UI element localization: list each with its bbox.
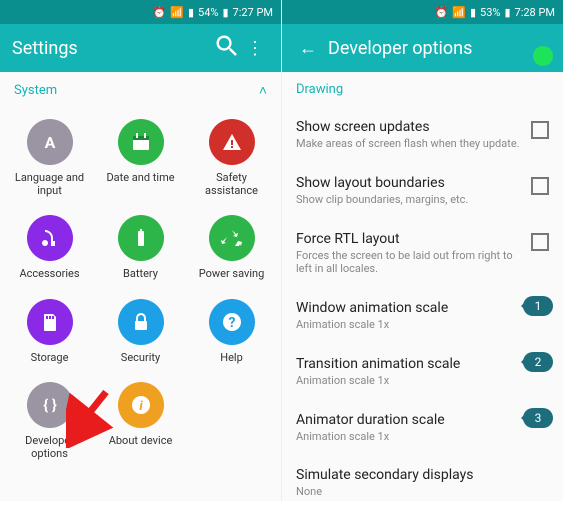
tile-help[interactable]: ? Help [186, 295, 277, 368]
tile-label: Power saving [199, 267, 265, 280]
option-force-rtl-layout[interactable]: Force RTL layout Forces the screen to be … [282, 219, 563, 289]
tile-security[interactable]: Security [95, 295, 186, 368]
settings-grid: A Language and input Date and time Safety a… [0, 109, 281, 470]
tile-date-and-time[interactable]: Date and time [95, 115, 186, 201]
option-subtitle: Animation scale 1x [296, 318, 549, 332]
lock-icon [118, 299, 164, 345]
wifi-icon: 📶 [170, 6, 184, 19]
info-icon: i [118, 382, 164, 428]
option-transition-animation-scale[interactable]: Transition animation scale Animation scal… [282, 344, 563, 400]
battery-icon: ▮ [504, 6, 510, 19]
batt-icon [118, 215, 164, 261]
tile-label: Storage [31, 351, 69, 364]
option-title: Simulate secondary displays [296, 467, 549, 483]
checkbox[interactable] [531, 177, 549, 195]
tile-safety-assistance[interactable]: Safety assistance [186, 115, 277, 201]
tile-language-and-input[interactable]: A Language and input [4, 115, 95, 201]
option-subtitle: Show clip boundaries, margins, etc. [296, 193, 523, 207]
overflow-icon[interactable]: ⋮ [241, 38, 269, 59]
annotation-badge: 1 [523, 296, 553, 316]
warn-icon [209, 119, 255, 165]
option-title: Show screen updates [296, 119, 523, 135]
option-subtitle: Forces the screen to be laid out from ri… [296, 249, 523, 277]
clock: 7:28 PM [515, 6, 555, 19]
tile-about-device[interactable]: i About device [95, 378, 186, 464]
checkbox[interactable] [531, 233, 549, 251]
tile-label: Accessories [19, 267, 79, 280]
section-label: Drawing [296, 82, 343, 97]
back-icon[interactable]: ← [294, 38, 322, 59]
annotation-badge: 3 [523, 408, 553, 428]
tile-label: About device [109, 434, 173, 447]
option-window-animation-scale[interactable]: Window animation scale Animation scale 1x… [282, 288, 563, 344]
search-icon[interactable] [213, 32, 241, 65]
tile-label: Help [220, 351, 243, 364]
option-show-screen-updates[interactable]: Show screen updates Make areas of screen … [282, 107, 563, 163]
A-icon: A [27, 119, 73, 165]
settings-screen: ⏰ 📶 ▮ 54% ▮ 7:27 PM Settings ⋮ System ˄ … [0, 0, 282, 501]
tile-battery[interactable]: Battery [95, 211, 186, 284]
section-header: Drawing [282, 72, 563, 107]
tile-label: Safety assistance [191, 171, 273, 197]
braces-icon: { } [27, 382, 73, 428]
option-title: Animator duration scale [296, 412, 549, 428]
option-animator-duration-scale[interactable]: Animator duration scale Animation scale 1… [282, 400, 563, 456]
alarm-icon: ⏰ [153, 6, 167, 19]
tile-label: Battery [123, 267, 158, 280]
tile-storage[interactable]: Storage [4, 295, 95, 368]
tile-label: Security [121, 351, 160, 364]
tile-label: Developer options [9, 434, 91, 460]
wifi-icon: 📶 [452, 6, 466, 19]
checkbox[interactable] [531, 121, 549, 139]
signal-icon: ▮ [188, 6, 194, 19]
tile-developer-options[interactable]: { } Developer options [4, 378, 95, 464]
option-subtitle: Animation scale 1x [296, 430, 549, 444]
option-title: Show layout boundaries [296, 175, 523, 191]
option-simulate-secondary-displays[interactable]: Simulate secondary displays None [282, 455, 563, 511]
svg-text:{ }: { } [43, 396, 57, 414]
page-title: Developer options [328, 38, 551, 59]
svg-text:A: A [44, 133, 55, 152]
app-bar: ← Developer options [282, 24, 563, 72]
head-icon [27, 215, 73, 261]
tile-accessories[interactable]: Accessories [4, 211, 95, 284]
clock: 7:27 PM [233, 6, 273, 19]
recycle-icon [209, 215, 255, 261]
cal-icon [118, 119, 164, 165]
sd-icon [27, 299, 73, 345]
app-bar: Settings ⋮ [0, 24, 281, 72]
options-list: Show screen updates Make areas of screen … [282, 107, 563, 511]
status-bar: ⏰ 📶 ▮ 53% ▮ 7:28 PM [282, 0, 563, 24]
alarm-icon: ⏰ [435, 6, 449, 19]
annotation-badge: 2 [523, 352, 553, 372]
help-icon: ? [209, 299, 255, 345]
chevron-up-icon: ˄ [259, 82, 267, 99]
battery-pct: 53% [480, 6, 500, 19]
option-title: Transition animation scale [296, 356, 549, 372]
tile-power-saving[interactable]: Power saving [186, 211, 277, 284]
page-title: Settings [12, 38, 213, 59]
battery-pct: 54% [198, 6, 218, 19]
developer-options-screen: ⏰ 📶 ▮ 53% ▮ 7:28 PM ← Developer options … [282, 0, 563, 501]
option-title: Force RTL layout [296, 231, 523, 247]
option-subtitle: Animation scale 1x [296, 374, 549, 388]
option-subtitle: None [296, 485, 549, 499]
section-label: System [14, 83, 57, 98]
battery-icon: ▮ [222, 6, 228, 19]
signal-icon: ▮ [470, 6, 476, 19]
section-header[interactable]: System ˄ [0, 72, 281, 109]
option-show-layout-boundaries[interactable]: Show layout boundaries Show clip boundari… [282, 163, 563, 219]
status-bar: ⏰ 📶 ▮ 54% ▮ 7:27 PM [0, 0, 281, 24]
option-title: Window animation scale [296, 300, 549, 316]
option-subtitle: Make areas of screen flash when they upd… [296, 137, 523, 151]
tile-label: Date and time [106, 171, 174, 184]
svg-text:?: ? [228, 315, 235, 331]
tile-label: Language and input [9, 171, 91, 197]
